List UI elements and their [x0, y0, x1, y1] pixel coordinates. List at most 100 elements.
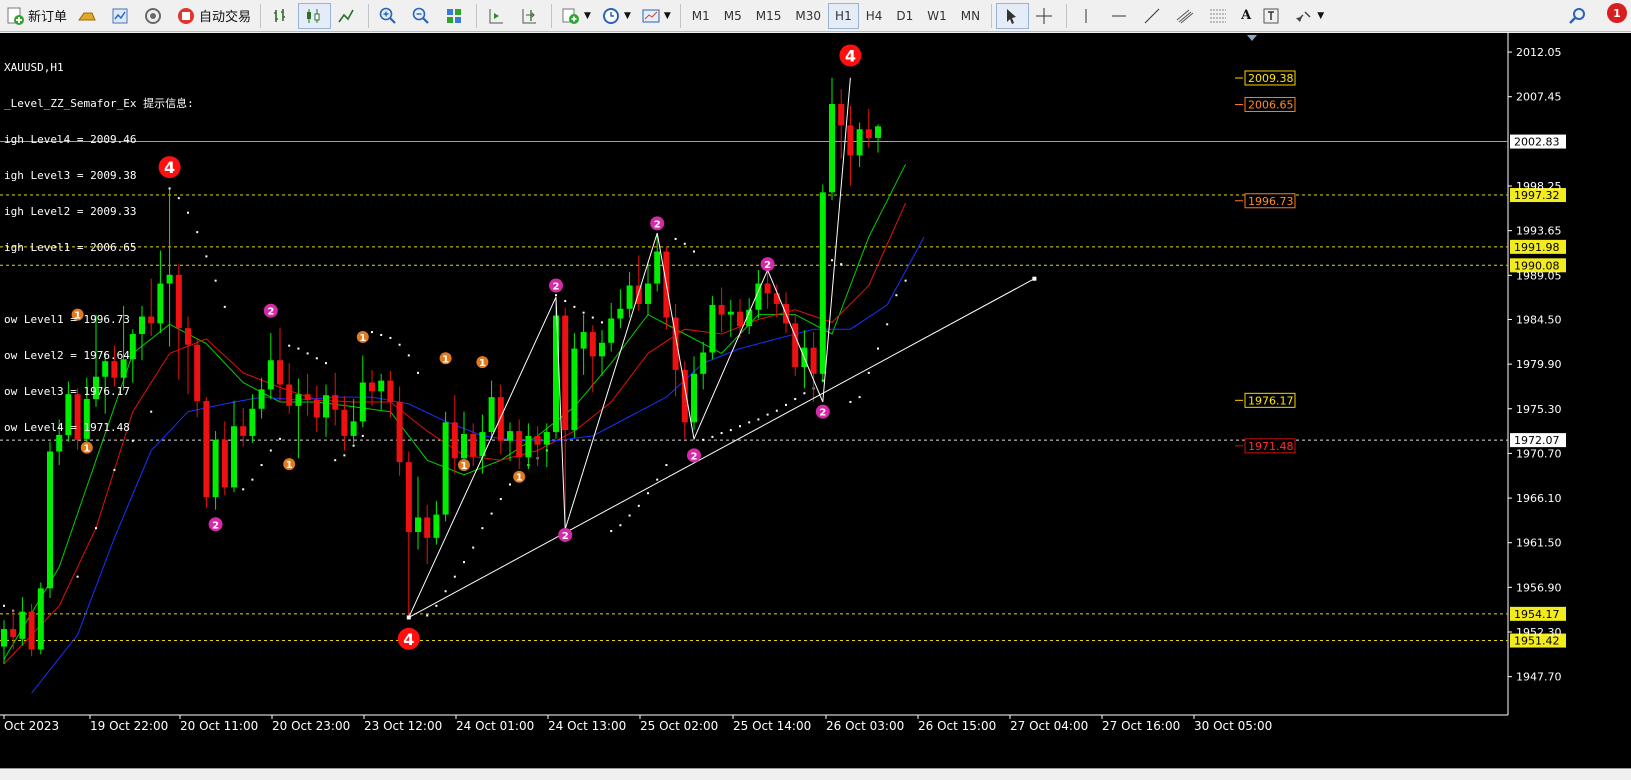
candle-body	[304, 394, 311, 401]
sar-dot	[407, 354, 410, 357]
indicator-title: _Level_ZZ_Semafor_Ex 提示信息:	[4, 97, 194, 110]
candle-body	[773, 293, 780, 304]
y-tick-label: 1956.90	[1516, 581, 1562, 594]
candle-body	[497, 397, 504, 441]
toolbar-separator	[476, 3, 478, 28]
market-watch-button[interactable]	[105, 3, 138, 29]
timeframe-m30[interactable]: M30	[788, 3, 828, 29]
sar-dot	[196, 231, 199, 234]
timeframe-d1[interactable]: D1	[889, 3, 920, 29]
horizontal-line-button[interactable]	[1104, 3, 1137, 29]
toolbar-separator	[260, 3, 262, 28]
sar-dot	[573, 305, 576, 308]
chevron-down-icon: ▼	[584, 10, 591, 21]
auto-scroll-button[interactable]	[481, 3, 514, 29]
timeframe-m5[interactable]: M5	[717, 3, 749, 29]
auto-trade-button[interactable]: 自动交易	[171, 3, 256, 29]
sar-dot	[849, 400, 852, 403]
timeframe-m1[interactable]: M1	[685, 3, 717, 29]
candle-body	[387, 380, 394, 402]
text-tool-button[interactable]: A	[1236, 3, 1256, 29]
x-tick-label: 30 Oct 05:00	[1194, 719, 1272, 733]
main-toolbar: 新订单 自动交易 ▼ ▼ ▼ M1 M5 M15 M30 H1 H4 D1 W1…	[0, 0, 1631, 32]
zoom-in-button[interactable]	[373, 3, 406, 29]
y-tick-label: 1989.05	[1516, 269, 1562, 282]
vertical-line-button[interactable]	[1071, 3, 1104, 29]
sar-dot	[214, 279, 217, 282]
candle-body	[415, 517, 421, 533]
chart-shift-button[interactable]	[514, 3, 547, 29]
zoom-in-icon	[379, 7, 396, 24]
history-center-button[interactable]	[72, 3, 105, 29]
sar-dot	[619, 524, 622, 527]
timeframe-mn[interactable]: MN	[954, 3, 987, 29]
line-chart-button[interactable]	[331, 3, 364, 29]
candle-body	[405, 462, 412, 533]
zoom-out-button[interactable]	[406, 3, 439, 29]
chart-canvas[interactable]: 1997.321991.981990.081972.071954.171951.…	[0, 33, 1631, 776]
sar-dot	[720, 432, 723, 435]
candle-body	[718, 304, 725, 315]
channel-icon	[1176, 9, 1194, 23]
timeframe-w1[interactable]: W1	[920, 3, 954, 29]
text-icon: A	[1241, 8, 1252, 23]
y-tick-label: 1970.70	[1516, 447, 1562, 460]
candlestick-chart-button[interactable]	[298, 2, 332, 29]
templates-button[interactable]: ▼	[636, 3, 676, 29]
new-order-button[interactable]: 新订单	[0, 3, 72, 29]
level-line: ow Level2 = 1976.64	[4, 349, 130, 362]
sar-dot	[840, 263, 843, 266]
periods-button[interactable]: ▼	[596, 3, 636, 29]
candle-body	[534, 435, 541, 445]
fibonacci-button[interactable]	[1203, 3, 1236, 29]
sar-dot	[260, 464, 263, 467]
level-line: ow Level3 = 1976.17	[4, 385, 130, 398]
candle-body	[580, 332, 587, 349]
current-price-tag-text: 2002.83	[1514, 136, 1560, 149]
bar-chart-button[interactable]	[265, 3, 298, 29]
timeframe-m15[interactable]: M15	[749, 3, 789, 29]
indicators-button[interactable]: ▼	[556, 3, 596, 29]
x-tick-label: 23 Oct 12:00	[364, 719, 442, 733]
template-icon	[642, 9, 660, 22]
level-line: ow Level1 = 1996.73	[4, 313, 130, 326]
candle-body	[727, 311, 734, 315]
data-window-button[interactable]	[138, 3, 171, 29]
sar-dot	[343, 454, 346, 457]
horizontal-line-icon	[1112, 15, 1127, 16]
trendline-button[interactable]	[1137, 3, 1170, 29]
search-icon	[1569, 7, 1585, 24]
sar-dot	[242, 488, 245, 491]
sar-dot	[739, 425, 741, 428]
sar-dot	[371, 331, 373, 334]
x-tick-label: 20 Oct 23:00	[272, 719, 350, 733]
timeframe-h4[interactable]: H4	[859, 3, 890, 29]
y-tick-label: 1984.50	[1516, 313, 1562, 326]
price-chart[interactable]: 1997.32 1991.98 1990.08 1972.07 1954.17 1951.…	[0, 33, 1631, 776]
x-tick-label: 24 Oct 13:00	[548, 719, 626, 733]
sar-dot	[334, 459, 337, 462]
y-tick-label: 2007.45	[1516, 91, 1562, 104]
timeframe-h1[interactable]: H1	[828, 2, 859, 29]
new-order-icon	[7, 7, 24, 25]
sar-dot	[444, 590, 447, 593]
tile-windows-button[interactable]	[439, 3, 472, 29]
candle-body	[626, 285, 633, 309]
search-button[interactable]	[1562, 3, 1595, 29]
crosshair-tool-button[interactable]	[1029, 3, 1062, 29]
candle-body	[194, 344, 201, 401]
candle-body	[295, 394, 302, 406]
equidistant-channel-button[interactable]	[1170, 3, 1203, 29]
sar-dot	[3, 604, 5, 607]
cursor-tool-button[interactable]	[996, 2, 1030, 29]
line-chart-icon	[338, 9, 354, 22]
candle-body	[341, 409, 348, 436]
candle-body	[332, 395, 339, 410]
notification-badge[interactable]: 1	[1607, 3, 1627, 23]
sar-dot	[858, 396, 861, 399]
text-label-button[interactable]	[1256, 3, 1289, 29]
sar-dot	[886, 323, 889, 326]
arrows-button[interactable]: ▼	[1289, 3, 1329, 29]
auto-scroll-icon	[489, 8, 504, 23]
toolbar-separator	[679, 3, 681, 28]
